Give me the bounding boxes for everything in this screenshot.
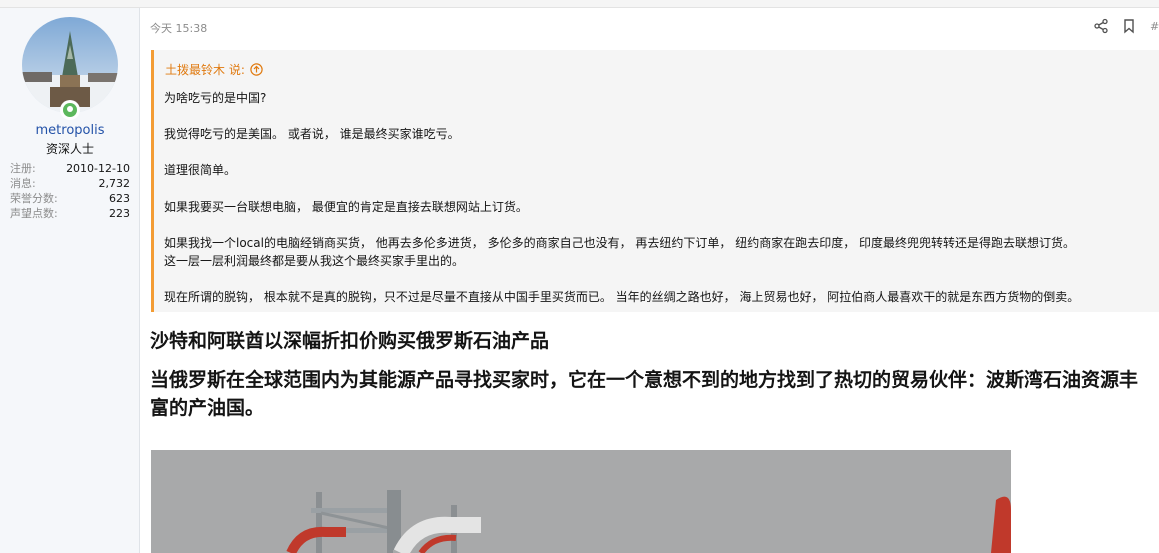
article-subheadline: 当俄罗斯在全球范围内为其能源产品寻找买家时，它在一个意想不到的地方找到了热切的贸… <box>150 369 1139 419</box>
quote-line: 道理很简单。 <box>164 163 237 177</box>
share-icon[interactable] <box>1093 18 1109 34</box>
stat-label: 荣誉分数: <box>10 192 58 205</box>
quote-line: 为啥吃亏的是中国? <box>164 91 267 105</box>
post-header: 今天 15:38 # <box>150 14 1159 38</box>
bookmark-icon[interactable] <box>1121 18 1137 34</box>
stat-value: 223 <box>109 207 130 220</box>
user-sidebar: metropolis 资深人士 注册: 2010-12-10 消息: 2,732… <box>0 8 140 553</box>
stat-label: 消息: <box>10 177 36 190</box>
quote-line: 如果我找一个local的电脑经销商买货， 他再去多伦多进货， 多伦多的商家自己也… <box>164 236 1076 250</box>
quote-author[interactable]: 土拨最铃木 说: <box>165 61 245 78</box>
stat-row-registered: 注册: 2010-12-10 <box>10 161 130 176</box>
article-headline: 沙特和阿联酋以深幅折扣价购买俄罗斯石油产品 <box>150 330 550 352</box>
top-strip <box>0 0 1159 8</box>
stat-row-messages: 消息: 2,732 <box>10 176 130 191</box>
stat-value[interactable]: 2,732 <box>99 176 131 191</box>
post-number-link[interactable]: # <box>1150 20 1159 33</box>
stat-row-honor: 荣誉分数: 623 <box>10 191 130 206</box>
stat-row-reputation: 声望点数: 223 <box>10 206 130 221</box>
quote-line: 如果我要买一台联想电脑， 最便宜的肯定是直接去联想网站上订货。 <box>164 200 528 214</box>
quote-line: 现在所谓的脱钩， 根本就不是真的脱钩，只不过是尽量不直接从中国手里买货而已。 当… <box>164 290 1080 304</box>
quote-block: 土拨最铃木 说: 为啥吃亏的是中国? 我觉得吃亏的是美国。 或者说， 谁是最终买… <box>151 50 1159 312</box>
stat-value: 2010-12-10 <box>66 162 130 175</box>
quote-line: 我觉得吃亏的是美国。 或者说， 谁是最终买家谁吃亏。 <box>164 127 460 141</box>
article-image <box>151 450 1011 553</box>
user-stats: 注册: 2010-12-10 消息: 2,732 荣誉分数: 623 声望点数:… <box>10 161 130 221</box>
stat-label: 声望点数: <box>10 207 58 220</box>
avatar[interactable] <box>22 17 118 113</box>
username-link[interactable]: metropolis <box>0 123 140 138</box>
quote-body: 为啥吃亏的是中国? 我觉得吃亏的是美国。 或者说， 谁是最终买家谁吃亏。 道理很… <box>154 81 1159 312</box>
post-timestamp[interactable]: 今天 15:38 <box>150 20 207 36</box>
stat-value: 623 <box>109 192 130 205</box>
quote-line: 这一层一层利润最终都是要从我这个最终买家手里出的。 <box>164 254 465 268</box>
quote-header[interactable]: 土拨最铃木 说: <box>154 50 1159 81</box>
stat-label: 注册: <box>10 162 36 175</box>
user-title: 资深人士 <box>45 142 94 156</box>
online-status-icon <box>60 100 80 120</box>
arrow-up-icon[interactable] <box>250 63 263 76</box>
